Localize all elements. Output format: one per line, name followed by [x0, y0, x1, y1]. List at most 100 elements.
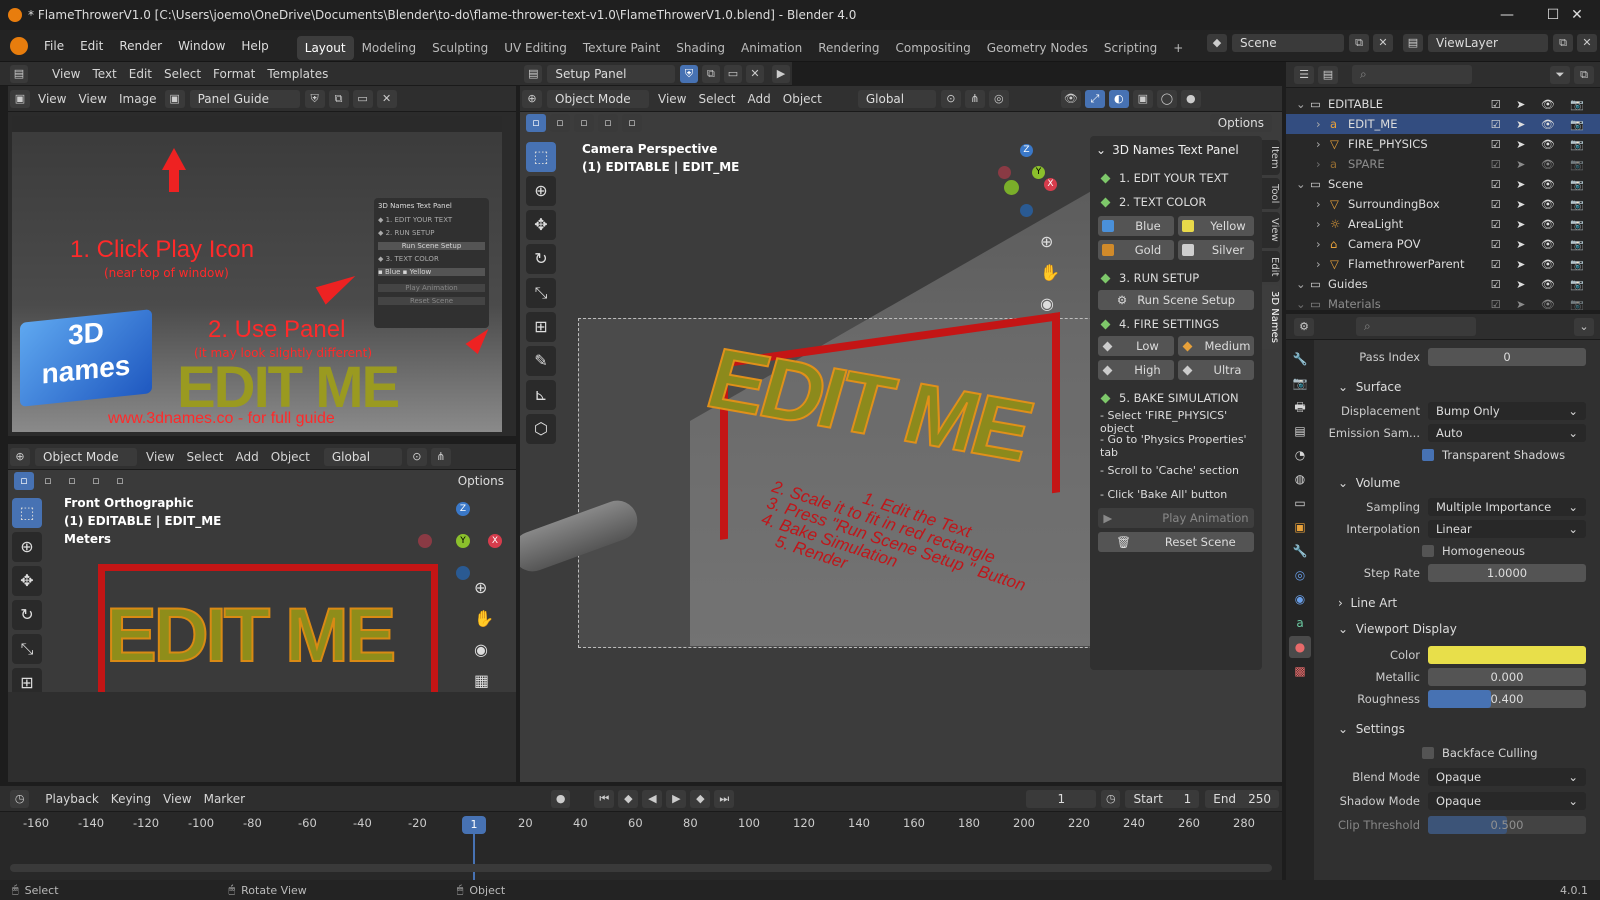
- sidebar-tab-tool[interactable]: Tool: [1262, 177, 1280, 210]
- chevron-down-icon[interactable]: ⌄: [1296, 177, 1310, 191]
- select-tool-icon[interactable]: ⬚: [12, 498, 42, 528]
- homogeneous-checkbox[interactable]: [1422, 545, 1434, 557]
- camera-view-icon[interactable]: ◉: [474, 640, 494, 659]
- image-menu-view[interactable]: View: [32, 92, 72, 106]
- play-animation-button[interactable]: ▶ Play Animation: [1098, 508, 1254, 528]
- snap-icon[interactable]: ⋔: [430, 447, 451, 466]
- world-tab-icon[interactable]: ◍: [1289, 468, 1311, 490]
- scene-selector[interactable]: Scene: [1232, 34, 1344, 52]
- fire-high-button[interactable]: High: [1098, 360, 1174, 380]
- playhead-frame[interactable]: 1: [462, 816, 486, 834]
- editor-type-icon[interactable]: ◷: [10, 789, 30, 808]
- outliner-item[interactable]: › ▽ SurroundingBox ☑ ➤ 👁 📷: [1286, 194, 1600, 214]
- menu-help[interactable]: Help: [233, 30, 276, 62]
- timeline-menu-keying[interactable]: Keying: [105, 792, 157, 806]
- select-extend-icon[interactable]: ▫: [38, 472, 58, 490]
- current-frame-field[interactable]: 1: [1026, 789, 1097, 808]
- timeline-menu-view[interactable]: View: [157, 792, 197, 806]
- move-tool-icon[interactable]: ✥: [526, 210, 556, 240]
- outliner-item[interactable]: › ▽ FlamethrowerParent ☑ ➤ 👁 📷: [1286, 254, 1600, 274]
- render-tab-icon[interactable]: 📷: [1289, 372, 1311, 394]
- record-icon[interactable]: ●: [551, 789, 571, 808]
- proportional-icon[interactable]: ◎: [988, 89, 1009, 108]
- transform-tool-icon[interactable]: ⊞: [526, 312, 556, 342]
- line-art-section[interactable]: › Line Art: [1318, 590, 1600, 616]
- orientation-selector[interactable]: Global: [857, 89, 936, 108]
- sidebar-tab-item[interactable]: Item: [1262, 140, 1280, 175]
- collection-tab-icon[interactable]: ▭: [1289, 492, 1311, 514]
- mode-selector[interactable]: Object Mode: [35, 447, 137, 466]
- chevron-right-icon[interactable]: ›: [1316, 157, 1330, 171]
- run-scene-setup-button[interactable]: ⚙ Run Scene Setup: [1098, 290, 1254, 310]
- roughness-slider[interactable]: 0.400: [1428, 690, 1586, 708]
- outliner-search-input[interactable]: ⌕: [1352, 65, 1472, 84]
- start-frame-field[interactable]: Start 1: [1125, 789, 1200, 808]
- tab-shading[interactable]: Shading: [668, 36, 733, 60]
- chevron-down-icon[interactable]: ⌄: [1296, 277, 1310, 291]
- open-image-icon[interactable]: ▭: [352, 89, 373, 108]
- chevron-right-icon[interactable]: ›: [1316, 257, 1330, 271]
- fake-user-icon[interactable]: ⛨: [304, 89, 325, 108]
- editor-type-icon[interactable]: ☰: [1294, 65, 1314, 84]
- select-intersect-icon[interactable]: ▫: [622, 114, 642, 132]
- rotate-tool-icon[interactable]: ↻: [12, 600, 42, 630]
- editor-type-icon[interactable]: ⊕: [10, 447, 30, 466]
- add-cube-tool-icon[interactable]: ⬡: [526, 414, 556, 444]
- select-subtract-icon[interactable]: ▫: [62, 472, 82, 490]
- chevron-down-icon[interactable]: ⌄: [1574, 317, 1594, 336]
- rotate-tool-icon[interactable]: ↻: [526, 244, 556, 274]
- ortho-toggle-icon[interactable]: ▦: [474, 671, 494, 690]
- reset-scene-button[interactable]: 🗑 Reset Scene: [1098, 532, 1254, 552]
- gizmo-icon[interactable]: ⤢: [1084, 89, 1105, 108]
- particles-tab-icon[interactable]: ◎: [1289, 564, 1311, 586]
- text-menu-edit[interactable]: Edit: [123, 67, 158, 81]
- cursor-tool-icon[interactable]: ⊕: [12, 532, 42, 562]
- text-menu-text[interactable]: Text: [86, 67, 122, 81]
- fire-ultra-button[interactable]: Ultra: [1178, 360, 1254, 380]
- options-button[interactable]: Options: [1209, 114, 1272, 132]
- clock-icon[interactable]: ◷: [1101, 789, 1121, 808]
- data-tab-icon[interactable]: a: [1289, 612, 1311, 634]
- displacement-dropdown[interactable]: Bump Only ⌄: [1428, 402, 1586, 420]
- move-tool-icon[interactable]: ✥: [12, 566, 42, 596]
- color-yellow-button[interactable]: Yellow: [1178, 216, 1254, 236]
- viewlayer-icon[interactable]: ▤: [1403, 34, 1423, 52]
- tab-scripting[interactable]: Scripting: [1096, 36, 1165, 60]
- color-blue-button[interactable]: Blue: [1098, 216, 1174, 236]
- text-menu-select[interactable]: Select: [158, 67, 207, 81]
- object-tab-icon[interactable]: ▣: [1289, 516, 1311, 538]
- outliner-item[interactable]: › a SPARE ☑ ➤ 👁 📷: [1286, 154, 1600, 174]
- delete-viewlayer-icon[interactable]: ✕: [1577, 34, 1597, 52]
- menu-render[interactable]: Render: [111, 30, 170, 62]
- tool-tab-icon[interactable]: 🔧: [1289, 348, 1311, 370]
- metallic-field[interactable]: 0.000: [1428, 668, 1586, 686]
- chevron-right-icon[interactable]: ›: [1316, 117, 1330, 131]
- outliner-item[interactable]: ⌄ ▭ Guides ☑ ➤ 👁 📷: [1286, 274, 1600, 294]
- jump-keyframe-forward-icon[interactable]: ◆: [690, 789, 711, 808]
- modifier-tab-icon[interactable]: 🔧: [1289, 540, 1311, 562]
- annotate-tool-icon[interactable]: ✎: [526, 346, 556, 376]
- select-extend-icon[interactable]: ▫: [550, 114, 570, 132]
- jump-start-icon[interactable]: ⏮: [594, 789, 615, 808]
- outliner-item[interactable]: ⌄ ▭ Materials ☑ ➤ 👁 📷: [1286, 294, 1600, 310]
- select-tool-icon[interactable]: ⬚: [526, 142, 556, 172]
- text-file-selector[interactable]: Setup Panel: [547, 64, 675, 83]
- step-rate-field[interactable]: 1.0000: [1428, 564, 1586, 582]
- zoom-icon[interactable]: ⊕: [474, 578, 494, 597]
- fire-medium-button[interactable]: Medium: [1178, 336, 1254, 356]
- text-browse-icon[interactable]: ▤: [524, 64, 543, 83]
- viewport-menu-select[interactable]: Select: [692, 92, 741, 106]
- cursor-tool-icon[interactable]: ⊕: [526, 176, 556, 206]
- scene-tab-icon[interactable]: ◔: [1289, 444, 1311, 466]
- close-button[interactable]: ✕: [1554, 0, 1600, 30]
- filter-icon[interactable]: ⏷: [1550, 65, 1570, 84]
- pan-icon[interactable]: ✋: [1040, 263, 1060, 282]
- new-image-icon[interactable]: ⧉: [328, 89, 349, 108]
- image-selector[interactable]: Panel Guide: [189, 89, 300, 108]
- select-box-mode-icon[interactable]: ▫: [14, 472, 34, 490]
- tab-rendering[interactable]: Rendering: [810, 36, 887, 60]
- menu-file[interactable]: File: [36, 30, 72, 62]
- end-frame-field[interactable]: End 250: [1205, 789, 1279, 808]
- emission-sampling-dropdown[interactable]: Auto ⌄: [1428, 424, 1586, 442]
- viewlayer-selector[interactable]: ViewLayer: [1428, 34, 1548, 52]
